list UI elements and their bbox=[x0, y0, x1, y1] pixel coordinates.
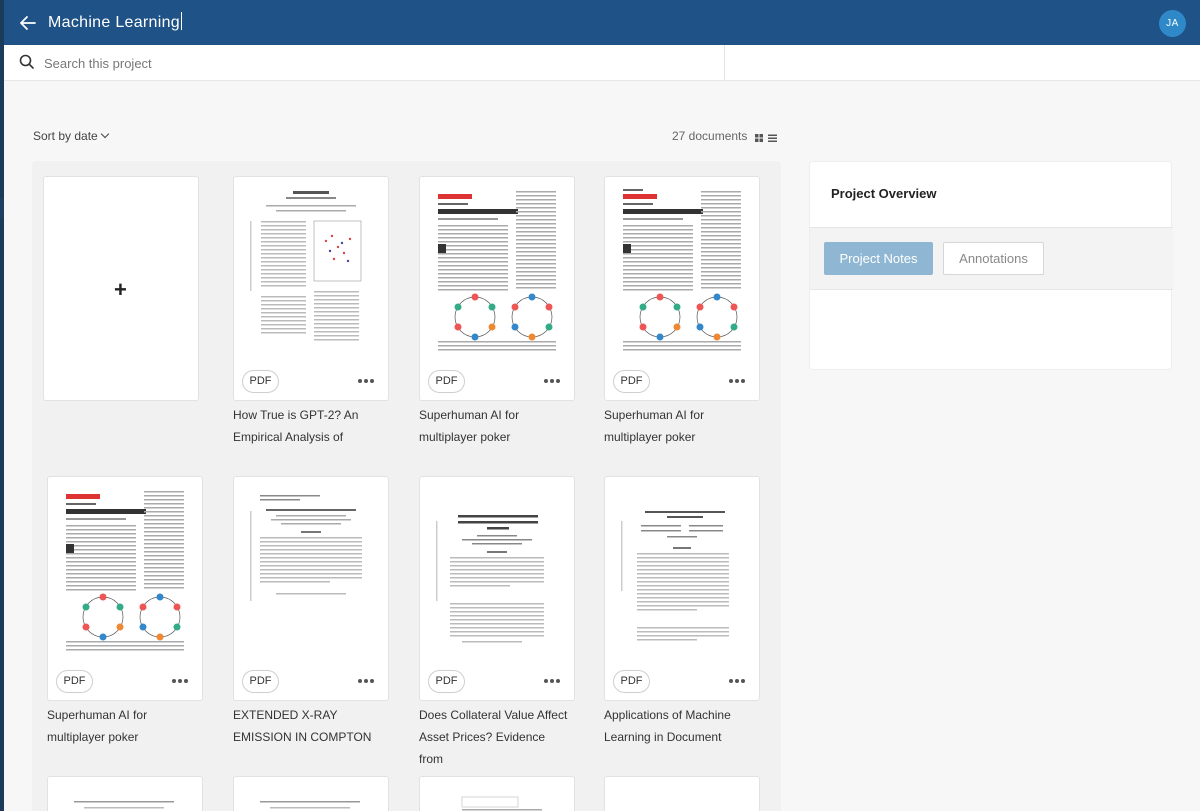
document-card[interactable]: PDF bbox=[47, 476, 203, 701]
document-title[interactable]: Applications of Machine Learning in Docum… bbox=[604, 704, 754, 748]
pdf-thumbnail bbox=[60, 481, 190, 661]
chevron-down-icon bbox=[100, 129, 109, 139]
app-header: Machine Learning JA bbox=[4, 0, 1200, 45]
more-options-icon[interactable] bbox=[358, 675, 374, 687]
pdf-badge: PDF bbox=[613, 370, 650, 393]
pdf-badge: PDF bbox=[428, 370, 465, 393]
pdf-thumbnail bbox=[617, 181, 747, 361]
sort-dropdown[interactable]: Sort by date bbox=[33, 129, 109, 143]
document-title[interactable]: EXTENDED X-RAY EMISSION IN COMPTON bbox=[233, 704, 383, 748]
project-overview-panel: Project Overview Project Notes Annotatio… bbox=[809, 161, 1173, 370]
more-options-icon[interactable] bbox=[172, 675, 188, 687]
document-card[interactable]: PDF bbox=[604, 476, 760, 701]
pdf-thumbnail bbox=[246, 181, 376, 361]
tab-project-notes[interactable]: Project Notes bbox=[824, 242, 933, 275]
document-card[interactable] bbox=[419, 776, 575, 811]
pdf-badge: PDF bbox=[613, 670, 650, 693]
tab-annotations[interactable]: Annotations bbox=[943, 242, 1044, 275]
pdf-thumbnail bbox=[246, 781, 376, 811]
overview-title: Project Overview bbox=[831, 186, 937, 201]
pdf-badge: PDF bbox=[428, 670, 465, 693]
text-cursor bbox=[181, 12, 182, 30]
more-options-icon[interactable] bbox=[729, 375, 745, 387]
document-card[interactable]: PDF bbox=[233, 176, 389, 401]
add-document-card[interactable]: + bbox=[43, 176, 199, 401]
project-title[interactable]: Machine Learning bbox=[48, 12, 182, 32]
document-title[interactable]: Superhuman AI for multiplayer poker bbox=[47, 704, 197, 748]
pdf-thumbnail bbox=[246, 481, 376, 661]
pdf-thumbnail bbox=[432, 181, 562, 361]
user-avatar[interactable]: JA bbox=[1159, 10, 1186, 37]
back-arrow-icon[interactable] bbox=[16, 11, 40, 35]
overview-tabs: Project Notes Annotations bbox=[810, 227, 1173, 290]
more-options-icon[interactable] bbox=[544, 675, 560, 687]
pdf-thumbnail bbox=[432, 781, 562, 811]
document-card[interactable] bbox=[604, 776, 760, 811]
document-count: 27 documents bbox=[672, 129, 748, 143]
pdf-thumbnail bbox=[432, 481, 562, 661]
pdf-badge: PDF bbox=[242, 370, 279, 393]
document-title[interactable]: Superhuman AI for multiplayer poker bbox=[419, 404, 569, 448]
document-card[interactable]: PDF bbox=[604, 176, 760, 401]
grid-view-icon bbox=[755, 134, 763, 142]
pdf-thumbnail bbox=[60, 781, 190, 811]
document-card[interactable]: PDF bbox=[419, 476, 575, 701]
more-options-icon[interactable] bbox=[358, 375, 374, 387]
document-card[interactable]: PDF bbox=[419, 176, 575, 401]
sort-label: Sort by date bbox=[33, 129, 98, 143]
document-title[interactable]: Does Collateral Value Affect Asset Prices… bbox=[419, 704, 569, 770]
search-divider bbox=[724, 45, 725, 81]
document-card[interactable] bbox=[47, 776, 203, 811]
view-toggle[interactable] bbox=[755, 131, 779, 142]
document-title[interactable]: How True is GPT-2? An Empirical Analysis … bbox=[233, 404, 383, 448]
search-input[interactable] bbox=[44, 53, 714, 73]
document-card[interactable]: PDF bbox=[233, 476, 389, 701]
list-view-icon bbox=[768, 134, 777, 142]
search-icon bbox=[18, 53, 36, 71]
pdf-badge: PDF bbox=[242, 670, 279, 693]
pdf-badge: PDF bbox=[56, 670, 93, 693]
pdf-thumbnail bbox=[617, 481, 747, 661]
more-options-icon[interactable] bbox=[544, 375, 560, 387]
document-card[interactable] bbox=[233, 776, 389, 811]
document-title[interactable]: Superhuman AI for multiplayer poker bbox=[604, 404, 754, 448]
plus-icon: + bbox=[114, 277, 127, 302]
more-options-icon[interactable] bbox=[729, 675, 745, 687]
project-search-bar bbox=[4, 45, 1200, 81]
